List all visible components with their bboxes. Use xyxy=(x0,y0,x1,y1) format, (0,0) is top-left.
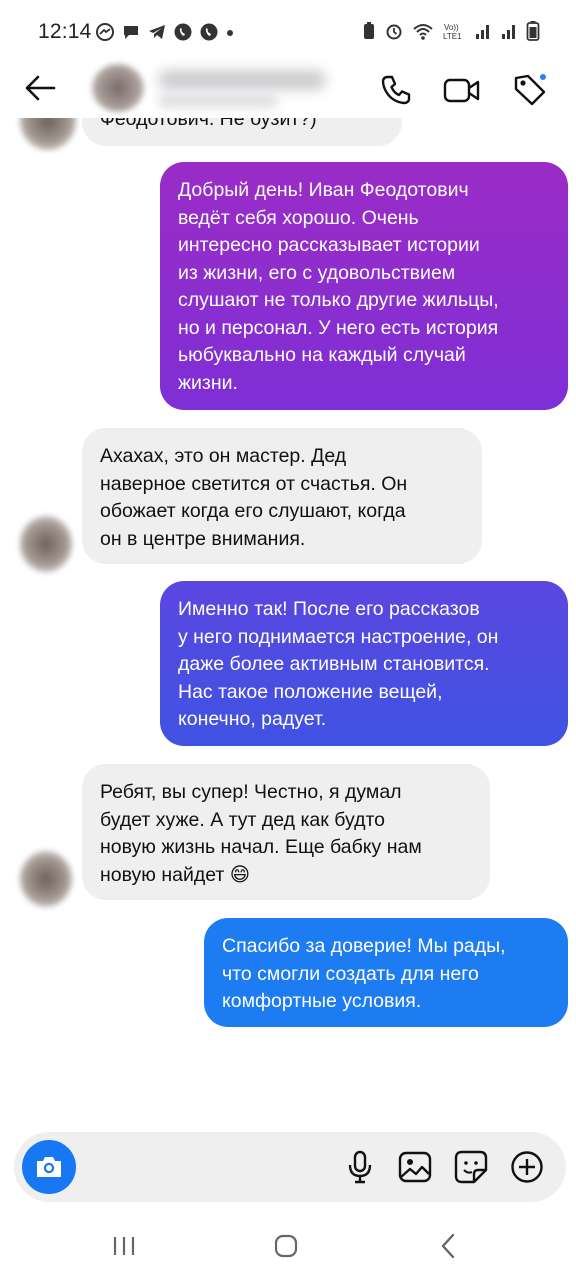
wifi-icon xyxy=(413,24,433,40)
svg-text:Vo)): Vo)) xyxy=(444,23,459,32)
chat-header xyxy=(0,62,576,118)
video-call-button[interactable] xyxy=(440,68,484,112)
contact-username-redacted xyxy=(158,94,278,108)
contact-avatar-small[interactable] xyxy=(20,118,76,150)
message-incoming[interactable]: Феодотович. Не бузит?) xyxy=(82,118,402,146)
chat-icon xyxy=(124,26,138,39)
image-icon xyxy=(398,1151,432,1183)
status-bar: 12:14 Vo)) LTE1 xyxy=(0,0,576,62)
contact-avatar-small[interactable] xyxy=(20,851,72,907)
message-outgoing[interactable]: Спасибо за доверие! Мы рады, что смогли … xyxy=(204,918,568,1027)
message-outgoing[interactable]: Именно так! После его рассказов у него п… xyxy=(160,581,568,746)
audio-call-button[interactable] xyxy=(374,68,418,112)
message-incoming[interactable]: Ахахах, это он мастер. Дед наверное свет… xyxy=(82,428,482,564)
status-system-icons: Vo)) LTE1 xyxy=(362,20,540,42)
notification-dot xyxy=(538,72,548,82)
viber-icon xyxy=(200,23,218,41)
status-time: 12:14 xyxy=(38,20,92,43)
plus-circle-icon xyxy=(511,1151,543,1183)
message-list[interactable]: Феодотович. Не бузит?) Добрый день! Иван… xyxy=(0,118,576,1128)
home-icon xyxy=(274,1234,298,1258)
voice-message-button[interactable] xyxy=(342,1149,378,1185)
tag-button[interactable] xyxy=(508,68,552,112)
alarm-icon xyxy=(386,24,402,40)
message-outgoing[interactable]: Добрый день! Иван Феодотович ведёт себя … xyxy=(160,162,568,410)
signal-icon xyxy=(502,25,515,39)
phone-icon xyxy=(381,75,411,105)
contact-avatar[interactable] xyxy=(92,64,144,112)
svg-text:LTE1: LTE1 xyxy=(443,32,462,41)
message-incoming[interactable]: Ребят, вы супер! Честно, я думал будет х… xyxy=(82,764,490,900)
contact-name-redacted[interactable] xyxy=(158,70,326,90)
battery-saver-icon xyxy=(364,22,374,39)
system-nav-bar xyxy=(0,1210,576,1280)
telegram-icon xyxy=(149,25,165,39)
recents-icon xyxy=(113,1237,135,1255)
recents-button[interactable] xyxy=(104,1230,144,1262)
chevron-left-icon xyxy=(441,1233,455,1259)
message-input[interactable] xyxy=(90,1154,340,1180)
status-notification-icons xyxy=(95,22,235,42)
contact-avatar-small[interactable] xyxy=(20,516,72,572)
camera-icon xyxy=(37,1157,61,1177)
nav-back-button[interactable] xyxy=(428,1230,468,1262)
arrow-left-icon xyxy=(25,75,56,101)
camera-button[interactable] xyxy=(22,1140,76,1194)
message-composer xyxy=(14,1132,566,1202)
volte-icon: Vo))LTE1 xyxy=(443,23,462,41)
messenger-icon xyxy=(96,23,114,41)
back-button[interactable] xyxy=(20,68,60,108)
battery-icon xyxy=(526,21,540,41)
sticker-button[interactable] xyxy=(453,1149,489,1185)
dot-icon xyxy=(227,30,233,36)
gallery-button[interactable] xyxy=(397,1149,433,1185)
viber-icon xyxy=(174,23,192,41)
signal-icon xyxy=(476,25,489,39)
sticker-icon xyxy=(454,1150,488,1184)
video-camera-icon xyxy=(443,78,480,103)
home-button[interactable] xyxy=(266,1230,306,1262)
microphone-icon xyxy=(348,1150,372,1184)
more-options-button[interactable] xyxy=(509,1149,545,1185)
